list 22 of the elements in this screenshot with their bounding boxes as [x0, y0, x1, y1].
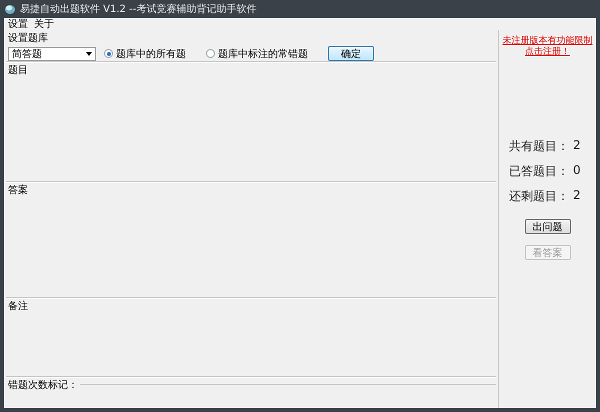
question-type-dropdown[interactable]: 简答题 [8, 46, 96, 60]
stat-value: 2 [573, 138, 581, 154]
stat-label: 还剩题目： [509, 188, 569, 205]
radio-option[interactable]: 题库中标注的常错题 [206, 46, 308, 60]
menu-item[interactable]: 设置 [8, 17, 28, 31]
menu-item[interactable]: 关于 [34, 17, 54, 31]
stat-value: 0 [573, 162, 581, 179]
group-title: 设置题库 [8, 32, 48, 45]
stat-label: 已答题目： [509, 162, 569, 180]
dropdown-arrow-icon [86, 52, 92, 56]
confirm-button[interactable]: 确定 [328, 46, 374, 61]
window-title: 易捷自动出题软件 V1.2 --考试竞赛辅助背记助手软件 [20, 2, 256, 16]
group-title: 题目 [8, 64, 28, 77]
stat-value: 2 [573, 188, 581, 204]
register-link[interactable]: 未注册版本有功能限制 点击注册！ [502, 36, 592, 58]
group-title: 错题次数标记： [8, 378, 78, 392]
stat-label: 共有题目： [509, 138, 569, 155]
group-title: 答案 [8, 184, 28, 198]
radio-option[interactable]: 题库中的所有题 [104, 46, 186, 60]
action-button[interactable]: 出问题 [524, 218, 570, 234]
app-icon [4, 3, 16, 15]
group-title: 备注 [8, 300, 28, 314]
